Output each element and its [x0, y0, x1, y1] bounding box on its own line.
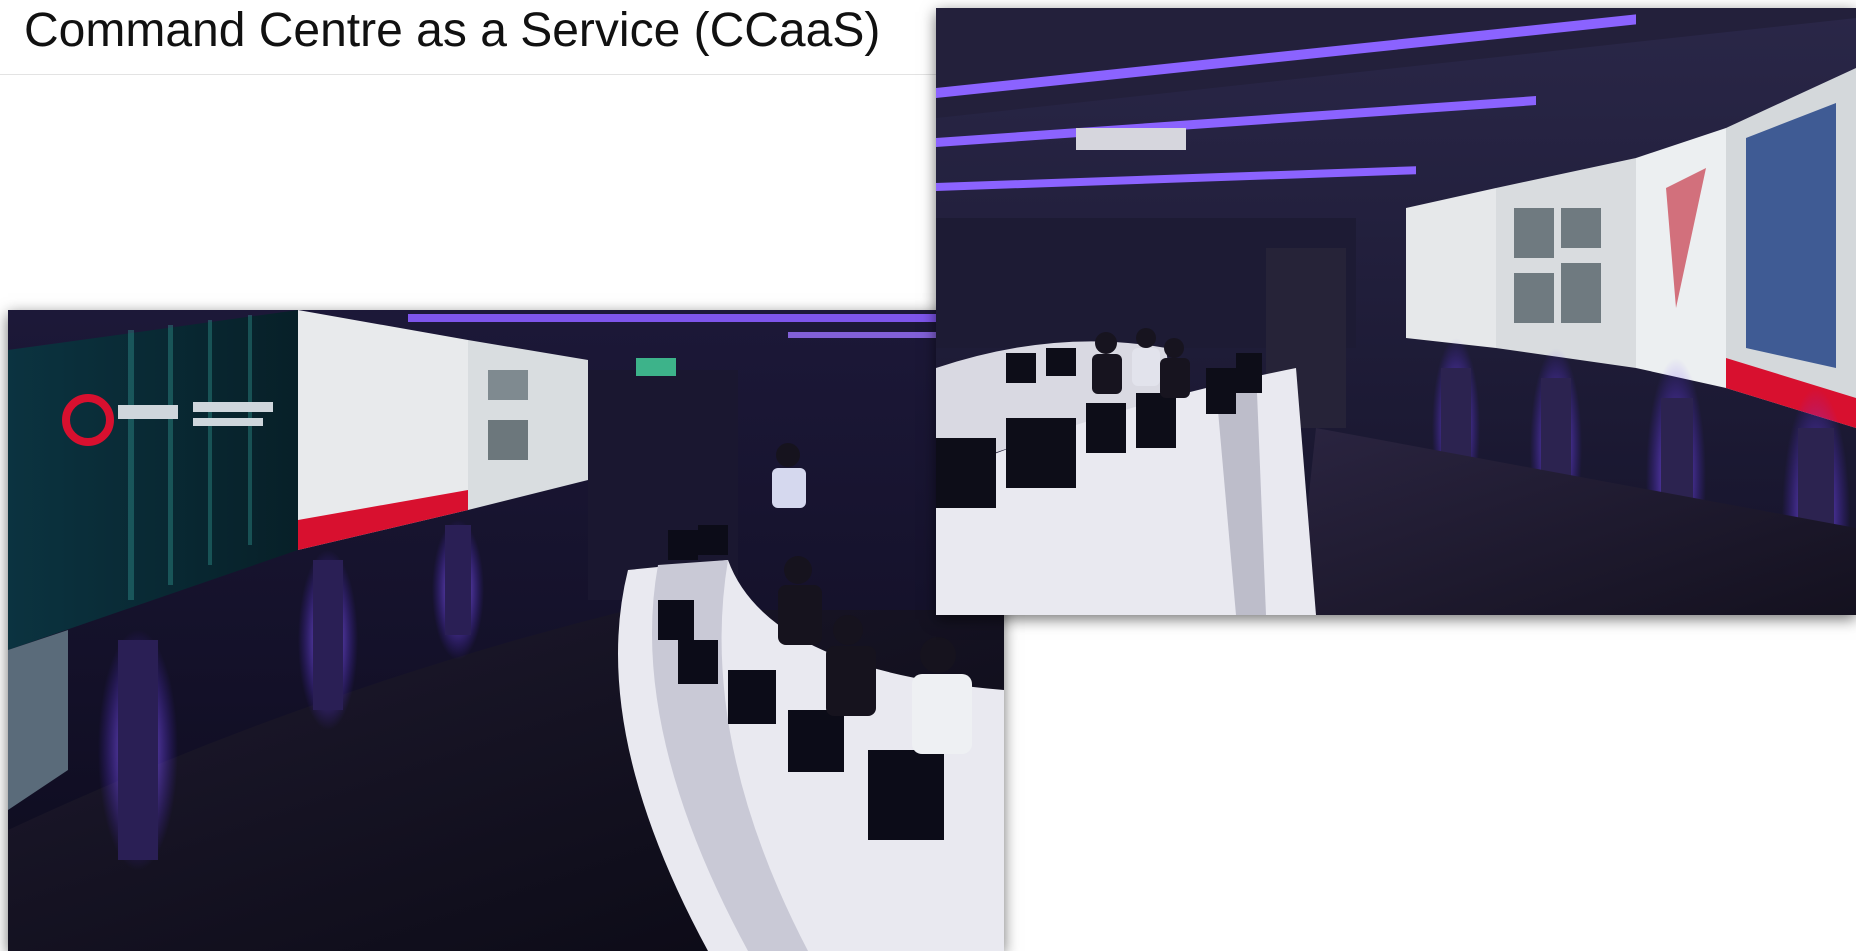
control-room-photo-left-graphic [8, 310, 1004, 951]
control-room-photo-right [936, 8, 1856, 615]
control-room-photo-right-graphic [936, 8, 1856, 615]
slide: Command Centre as a Service (CCaaS) [0, 0, 1856, 951]
slide-title: Command Centre as a Service (CCaaS) [24, 4, 881, 57]
title-divider [0, 74, 940, 75]
control-room-photo-left [8, 310, 1004, 951]
